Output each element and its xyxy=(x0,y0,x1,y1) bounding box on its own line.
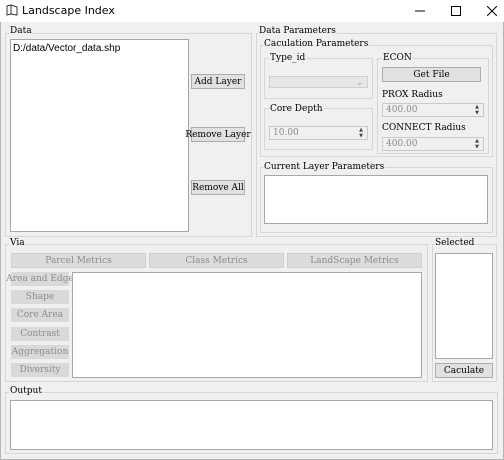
layer-list[interactable]: D:/data/Vector_data.shp xyxy=(10,39,189,232)
core-depth-value: 10.00 xyxy=(273,128,299,138)
caculate-button[interactable]: Caculate xyxy=(435,363,493,378)
metrics-list[interactable] xyxy=(72,272,422,378)
prox-radius-label: PROX Radius xyxy=(382,90,443,100)
connect-radius-value: 400.00 xyxy=(386,139,418,149)
tab-class-metrics[interactable]: Class Metrics xyxy=(149,253,284,268)
type-id-label: Type_id xyxy=(269,53,307,63)
remove-layer-button[interactable]: Remove Layer xyxy=(185,127,251,142)
aggregation-button[interactable]: Aggregation xyxy=(11,345,69,359)
window-title: Landscape Index xyxy=(22,4,115,17)
close-icon[interactable] xyxy=(474,0,504,22)
current-layer-parameters-box[interactable] xyxy=(264,175,488,224)
spin-arrows-icon[interactable]: ▲ ▼ xyxy=(473,138,481,150)
spin-arrows-icon[interactable]: ▲ ▼ xyxy=(357,127,365,139)
area-and-edge-button[interactable]: Area and Edge xyxy=(6,272,74,286)
connect-radius-spinbox[interactable]: 400.00 ▲ ▼ xyxy=(382,137,484,151)
chevron-down-icon: ⌄ xyxy=(356,78,363,87)
core-depth-label: Core Depth xyxy=(269,104,324,114)
connect-radius-label: CONNECT Radius xyxy=(382,123,466,133)
selected-list[interactable] xyxy=(435,253,493,359)
diversity-button[interactable]: Diversity xyxy=(11,363,69,377)
core-depth-spinbox[interactable]: 10.00 ▲ ▼ xyxy=(269,126,368,140)
type-id-select[interactable]: ⌄ xyxy=(269,76,368,88)
econ-label: ECON xyxy=(382,53,413,63)
spin-arrows-icon[interactable]: ▲ ▼ xyxy=(473,104,481,116)
shape-button[interactable]: Shape xyxy=(11,290,69,304)
maximize-icon[interactable] xyxy=(438,0,474,22)
app-icon xyxy=(6,4,18,16)
calculation-parameters-label: Caculation Parameters xyxy=(263,39,370,49)
window-border-left xyxy=(0,22,1,460)
layer-list-item[interactable]: D:/data/Vector_data.shp xyxy=(11,40,188,58)
output-label: Output xyxy=(9,386,43,396)
prox-radius-spinbox[interactable]: 400.00 ▲ ▼ xyxy=(382,103,484,117)
selected-label: Selected xyxy=(434,238,476,248)
minimize-icon[interactable] xyxy=(402,0,438,22)
prox-radius-value: 400.00 xyxy=(386,105,418,115)
output-box[interactable] xyxy=(10,400,493,450)
remove-all-button[interactable]: Remove All xyxy=(191,180,245,195)
current-layer-parameters-label: Current Layer Parameters xyxy=(263,162,386,172)
get-file-button[interactable]: Get File xyxy=(382,67,481,82)
tab-parcel-metrics[interactable]: Parcel Metrics xyxy=(11,253,146,268)
core-area-button[interactable]: Core Area xyxy=(11,308,69,322)
add-layer-button[interactable]: Add Layer xyxy=(191,74,245,89)
contrast-button[interactable]: Contrast xyxy=(11,327,69,341)
data-group-label: Data xyxy=(9,26,33,36)
via-label: Via xyxy=(9,238,26,248)
tab-landscape-metrics[interactable]: LandScape Metrics xyxy=(287,253,422,268)
data-parameters-label: Data Parameters xyxy=(258,26,337,36)
